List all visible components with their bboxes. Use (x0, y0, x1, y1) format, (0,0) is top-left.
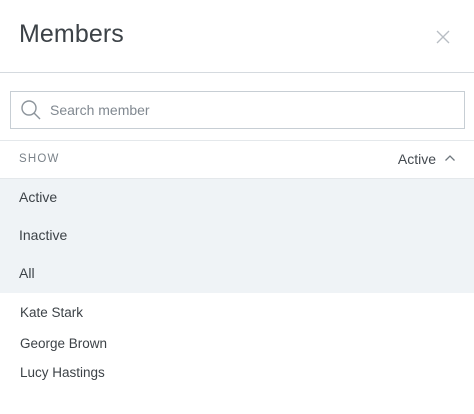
option-label: All (19, 265, 35, 281)
search-input[interactable] (50, 92, 455, 128)
show-label: SHOW (19, 153, 60, 165)
show-selected-value: Active (397, 151, 436, 167)
option-inactive[interactable]: Inactive (0, 217, 474, 255)
option-all[interactable]: All (0, 255, 474, 293)
option-label: Inactive (19, 227, 68, 243)
member-item[interactable]: Lucy Hastings (20, 365, 105, 380)
show-filter-toggle[interactable]: SHOW Active (0, 141, 474, 179)
close-icon (436, 30, 450, 44)
option-label: Active (19, 189, 58, 205)
dialog-header: Members (0, 0, 474, 73)
show-dropdown-menu: Active Inactive All (0, 179, 474, 293)
search-icon (21, 100, 41, 120)
chevron-up-icon (445, 155, 455, 161)
close-button[interactable] (433, 27, 453, 47)
option-active[interactable]: Active (0, 179, 474, 217)
dialog-title: Members (19, 20, 124, 48)
member-item[interactable]: Kate Stark (20, 305, 83, 320)
member-item[interactable]: George Brown (20, 336, 107, 351)
search-box[interactable] (10, 91, 465, 129)
